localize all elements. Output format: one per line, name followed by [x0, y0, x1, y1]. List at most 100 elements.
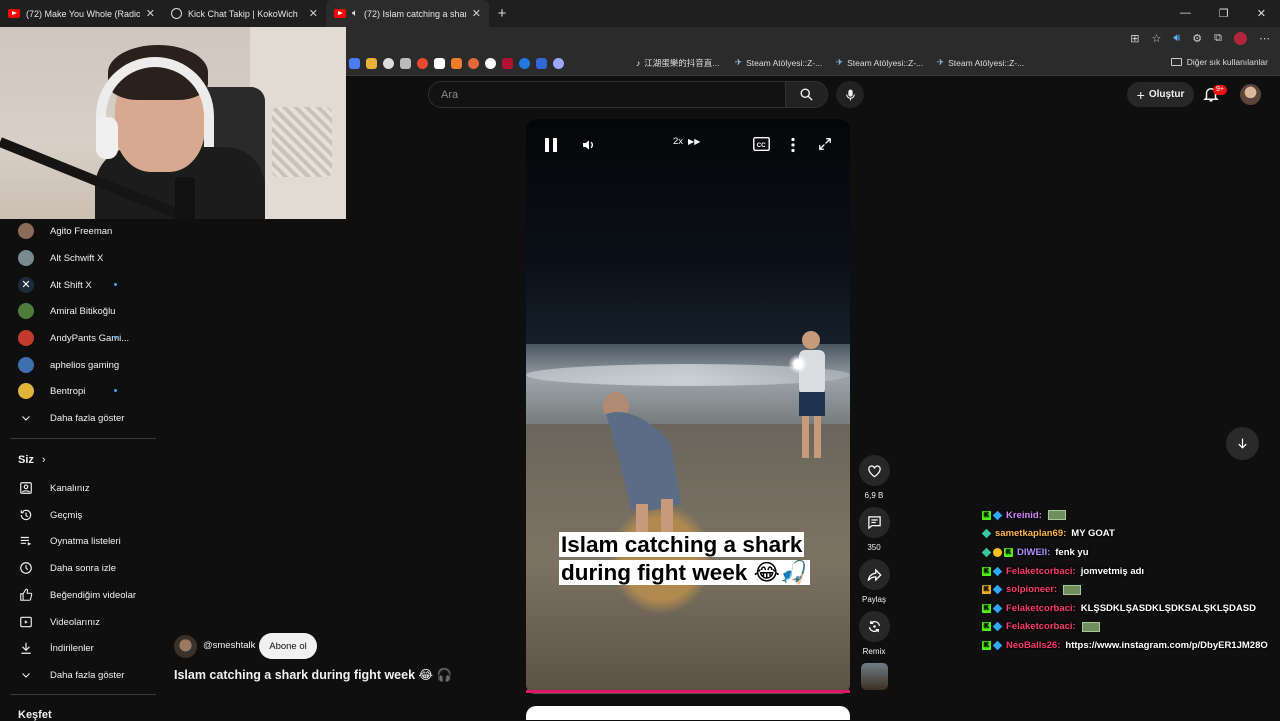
sidebar-item-history[interactable]: Geçmiş — [18, 507, 156, 523]
voice-search-button[interactable] — [836, 81, 864, 108]
bookmark-item[interactable]: ✈ Steam Atölyesi::Z-... — [735, 57, 822, 68]
sidebar-item-label: İndirilenler — [50, 642, 94, 654]
favorite-star-icon[interactable]: ☆ — [1151, 32, 1161, 45]
sidebar-item-watch-later[interactable]: Daha sonra izle — [18, 560, 156, 576]
close-window-button[interactable]: ✕ — [1257, 7, 1266, 20]
volume-button[interactable] — [581, 137, 597, 153]
bookmark-icon[interactable] — [536, 58, 547, 69]
pause-icon — [545, 138, 557, 152]
split-screen-icon[interactable]: ⊞ — [1130, 32, 1139, 45]
chat-emote-icon — [1063, 584, 1082, 595]
volume-icon — [583, 140, 593, 150]
bookmark-icon[interactable] — [519, 58, 530, 69]
like-count: 6,9 B — [864, 491, 884, 500]
new-content-dot — [114, 336, 117, 339]
channel-avatar — [18, 223, 34, 239]
next-video-button[interactable] — [1226, 427, 1259, 460]
sidebar-item-downloads[interactable]: İndirilenler — [18, 640, 156, 656]
video-title[interactable]: Islam catching a shark during fight week… — [174, 667, 452, 683]
subscribe-button[interactable]: Abone ol — [259, 633, 317, 659]
sidebar-item-playlists[interactable]: Oynatma listeleri — [18, 533, 156, 549]
sidebar-subscription[interactable]: Amiral Bitikoğlu — [18, 303, 156, 319]
bookmark-icon[interactable] — [553, 58, 564, 69]
your-videos-icon — [18, 614, 34, 630]
youtube-icon — [334, 9, 346, 18]
channel-avatar[interactable] — [174, 635, 197, 658]
bookmark-item[interactable]: ✈ Steam Atölyesi::Z-... — [836, 57, 923, 68]
next-short-preview[interactable] — [526, 706, 850, 720]
fullscreen-button[interactable] — [818, 137, 832, 151]
create-button[interactable]: + Oluştur — [1127, 82, 1194, 107]
channel-avatar — [18, 303, 34, 319]
bookmark-icon[interactable] — [434, 58, 445, 69]
account-avatar[interactable] — [1240, 84, 1261, 105]
chat-username: sametkaplan69: — [995, 528, 1067, 540]
sidebar-item-label: Kanalınız — [50, 482, 90, 494]
bookmark-item[interactable]: ✈ Steam Atölyesi::Z-... — [937, 57, 1024, 68]
playlist-icon — [18, 533, 34, 549]
close-icon[interactable]: ✕ — [472, 7, 481, 20]
browser-tab[interactable]: (72) Make You Whole (Radio Edit) ✕ — [0, 0, 163, 27]
you-heading-label: Siz — [18, 454, 34, 466]
sidebar-subscription[interactable]: Bentropi — [18, 383, 156, 399]
sidebar-subscription[interactable]: AndyPants Gami... — [18, 330, 156, 346]
sidebar-subscription[interactable]: Alt Schwift X — [18, 250, 156, 266]
show-more-label: Daha fazla göster — [50, 412, 125, 424]
share-button[interactable]: Paylaş — [858, 559, 890, 604]
remix-button[interactable]: Remix — [858, 611, 890, 656]
microphone-icon — [845, 89, 855, 100]
more-menu-icon[interactable]: ⋯ — [1259, 32, 1270, 45]
sidebar-subscription[interactable]: aphelios gaming — [18, 357, 156, 373]
bookmark-icon[interactable] — [400, 58, 411, 69]
bookmark-icon[interactable] — [485, 58, 496, 69]
channel-handle[interactable]: @smeshtalk — [203, 640, 255, 651]
comment-count: 350 — [867, 543, 881, 552]
minimize-button[interactable]: — — [1180, 7, 1191, 20]
collections-icon[interactable]: ⧉ — [1214, 32, 1222, 45]
other-favorites-folder[interactable]: Diğer sık kullanılanlar — [1170, 57, 1268, 67]
sidebar-divider — [10, 438, 156, 439]
sidebar-item-your-videos[interactable]: Videolarınız — [18, 614, 156, 630]
new-tab-button[interactable]: + — [489, 5, 515, 22]
comments-button[interactable]: 350 — [858, 507, 890, 552]
pause-button[interactable] — [544, 137, 558, 153]
bookmark-icon[interactable] — [349, 58, 360, 69]
captions-button[interactable]: CC — [753, 137, 770, 151]
audio-source-thumbnail[interactable] — [861, 663, 888, 690]
video-progress-bar[interactable] — [526, 690, 850, 693]
speaker-icon[interactable]: 🔈︎ — [352, 8, 358, 19]
shorts-video-player[interactable]: 2x ▶▶ CC — [526, 119, 850, 694]
sidebar-item-liked-videos[interactable]: Beğendiğim videolar — [18, 587, 156, 603]
chat-text: fenk yu — [1055, 546, 1089, 558]
remix-button-circle — [858, 611, 890, 642]
browser-tab[interactable]: Kick Chat Takip | KokoWich ✕ — [163, 0, 326, 27]
sidebar-show-more-subscriptions[interactable]: Daha fazla göster — [18, 410, 156, 426]
bookmark-icon[interactable] — [383, 58, 394, 69]
sidebar-subscription[interactable]: ✕ Alt Shift X — [18, 277, 156, 293]
extensions-icon[interactable]: ⚙ — [1192, 32, 1202, 45]
bookmark-icon[interactable] — [468, 58, 479, 69]
more-options-button[interactable] — [790, 137, 796, 153]
chevron-down-icon — [18, 410, 34, 426]
browser-tab-active[interactable]: 🔈︎ (72) Islam catching a shark du ✕ — [326, 0, 489, 27]
bookmark-icon[interactable] — [366, 58, 377, 69]
sidebar-you-heading[interactable]: Siz › — [18, 454, 46, 466]
bookmark-icon[interactable] — [417, 58, 428, 69]
maximize-button[interactable]: ❐ — [1219, 7, 1229, 20]
video-flashlight — [788, 354, 808, 374]
sidebar-item-show-more[interactable]: Daha fazla göster — [18, 667, 156, 683]
sidebar-subscription[interactable]: Agito Freeman — [18, 223, 156, 239]
search-input[interactable]: Ara — [428, 81, 786, 108]
like-button[interactable]: 6,9 B — [858, 455, 890, 500]
read-aloud-icon[interactable]: 🔊︎ — [1173, 32, 1180, 45]
close-icon[interactable]: ✕ — [146, 7, 155, 20]
chat-username: Felaketcorbaci: — [1006, 565, 1076, 577]
bookmark-icon[interactable] — [502, 58, 513, 69]
close-icon[interactable]: ✕ — [309, 7, 318, 20]
playback-speed-indicator[interactable]: 2x ▶▶ — [673, 136, 700, 147]
search-button[interactable] — [786, 81, 828, 108]
sidebar-item-your-channel[interactable]: Kanalınız — [18, 480, 156, 496]
profile-icon[interactable] — [1234, 32, 1247, 45]
bookmark-icon[interactable] — [451, 58, 462, 69]
bookmark-item[interactable]: ♪ 江湖蛋樂的抖音直... — [636, 57, 719, 69]
